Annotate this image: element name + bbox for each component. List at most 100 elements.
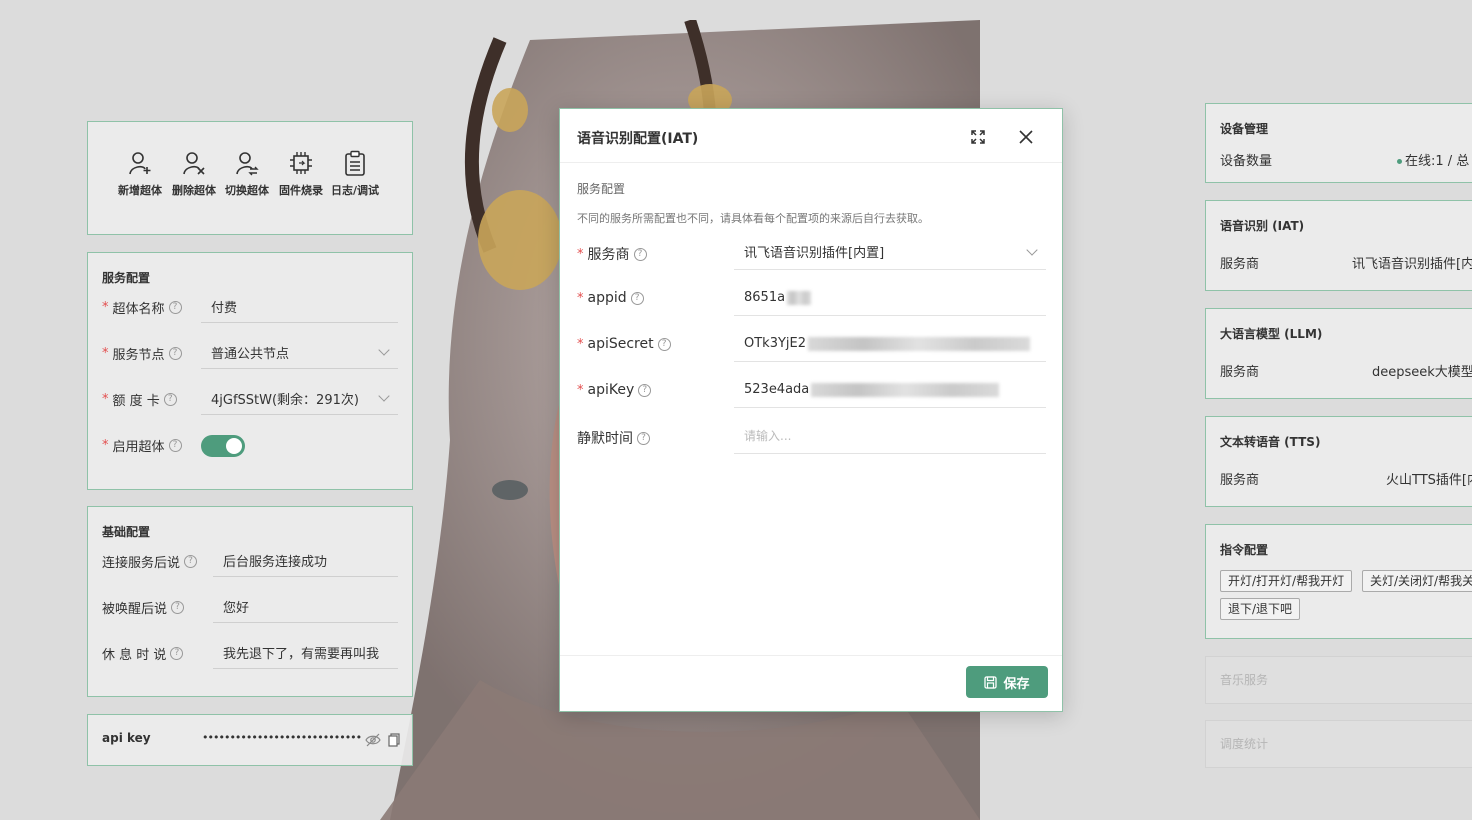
clipboard-icon bbox=[345, 150, 365, 176]
device-management-panel: 设备管理 设备数量 在线:1 / 总 bbox=[1205, 103, 1472, 183]
help-icon: ? bbox=[168, 347, 182, 360]
iat-summary-panel[interactable]: 语音识别 (IAT) 服务商 讯飞语音识别插件[内 bbox=[1205, 200, 1472, 291]
firmware-flash-button[interactable]: 固件烧录 bbox=[275, 150, 327, 198]
enable-agent-toggle[interactable] bbox=[201, 435, 245, 457]
switch-agent-button[interactable]: 切换超体 bbox=[221, 150, 273, 198]
quota-card-select[interactable]: 4jGfSStW(剩余：291次) bbox=[201, 383, 398, 415]
redacted-mask bbox=[808, 336, 1031, 351]
toolbar-label: 删除超体 bbox=[172, 184, 216, 197]
appid-input[interactable]: 8651a bbox=[734, 280, 1046, 316]
silence-time-input[interactable]: 请输入... bbox=[734, 418, 1046, 454]
help-icon: ? bbox=[163, 393, 177, 406]
api-key-field-value: 523e4ada bbox=[744, 382, 810, 397]
wake-speech-input[interactable]: 您好 bbox=[213, 591, 398, 623]
user-add-icon bbox=[129, 152, 151, 175]
device-count-label: 设备数量 bbox=[1220, 154, 1273, 169]
save-button[interactable]: 保存 bbox=[966, 666, 1048, 698]
api-secret-value: OTk3YjE2 bbox=[744, 336, 807, 351]
help-icon: ? bbox=[638, 383, 652, 397]
api-key-input[interactable]: •••••••••••••••••••••••••••••• bbox=[202, 731, 362, 744]
panel-title: 调度统计 bbox=[1220, 737, 1269, 751]
help-icon: ? bbox=[657, 337, 671, 351]
silence-time-placeholder: 请输入... bbox=[744, 429, 792, 443]
connect-label-row: 连接服务后说? bbox=[102, 552, 198, 571]
provider-value: 火山TTS插件[内 bbox=[1386, 473, 1472, 488]
api-key-value: •••••••••••••••••••••••••••••• bbox=[202, 731, 362, 744]
music-service-panel[interactable]: 音乐服务 bbox=[1205, 656, 1472, 704]
chevron-down-icon bbox=[1026, 244, 1038, 256]
provider-value: 讯飞语音识别插件[内 bbox=[1352, 257, 1472, 272]
api-key-label: apiKey bbox=[587, 382, 635, 398]
section-hint: 不同的服务所需配置也不同，请具体看每个配置项的来源后自行去获取。 bbox=[577, 212, 929, 225]
command-tag[interactable]: 关灯/关闭灯/帮我关 bbox=[1362, 570, 1472, 592]
device-count-value: 在线:1 / 总 bbox=[1397, 150, 1469, 169]
close-icon[interactable] bbox=[1019, 130, 1033, 144]
secret-label-row: * apiSecret? bbox=[577, 336, 671, 352]
add-agent-button[interactable]: 新增超体 bbox=[114, 150, 166, 198]
provider-select[interactable]: 讯飞语音识别插件[内置] bbox=[734, 234, 1046, 270]
tts-summary-panel[interactable]: 文本转语音 (TTS) 服务商 火山TTS插件[内 bbox=[1205, 416, 1472, 507]
provider-value: 讯飞语音识别插件[内置] bbox=[744, 246, 885, 261]
copy-icon[interactable] bbox=[388, 733, 400, 747]
provider-value: deepseek大模型 bbox=[1372, 365, 1472, 380]
toolbar-panel: 新增超体 删除超体 切换超体 固件烧录 日志/调试 bbox=[87, 121, 413, 235]
redacted-mask bbox=[811, 382, 1000, 397]
api-key-field[interactable]: 523e4ada bbox=[734, 372, 1046, 408]
enable-agent-label: 启用超体 bbox=[112, 440, 165, 455]
help-icon: ? bbox=[168, 439, 182, 452]
iat-config-dialog: 语音识别配置(IAT) 服务配置 不同的服务所需配置也不同，请具体看每个配置项的… bbox=[559, 108, 1063, 712]
rest-speech-label: 休 息 时 说 bbox=[102, 648, 167, 663]
save-label: 保存 bbox=[1003, 676, 1030, 692]
panel-title: 设备管理 bbox=[1220, 122, 1269, 136]
provider-label: 服务商 bbox=[1220, 365, 1260, 380]
appid-label-row: * appid? bbox=[577, 290, 644, 306]
chevron-down-icon bbox=[378, 390, 390, 402]
chip-icon bbox=[290, 152, 312, 174]
section-title: 服务配置 bbox=[577, 182, 626, 196]
connect-speech-value: 后台服务连接成功 bbox=[223, 555, 328, 570]
node-select[interactable]: 普通公共节点 bbox=[201, 337, 398, 369]
command-tag[interactable]: 退下/退下吧 bbox=[1220, 598, 1301, 620]
panel-title: 指令配置 bbox=[1220, 543, 1269, 557]
agent-name-field[interactable]: 付费 bbox=[201, 291, 398, 323]
schedule-stats-panel[interactable]: 调度统计 bbox=[1205, 720, 1472, 768]
toolbar-label: 固件烧录 bbox=[279, 184, 323, 197]
agent-name-label: 超体名称 bbox=[112, 302, 165, 317]
card-label-row: * 额 度 卡? bbox=[102, 390, 177, 409]
toolbar-label: 日志/调试 bbox=[330, 184, 380, 197]
panel-title: 服务配置 bbox=[102, 271, 151, 285]
rest-speech-value: 我先退下了，有需要再叫我 bbox=[223, 647, 380, 662]
user-remove-icon bbox=[183, 152, 205, 175]
eye-off-icon[interactable] bbox=[365, 733, 381, 747]
dialog-title: 语音识别配置(IAT) bbox=[577, 131, 699, 147]
name-label-row: * 超体名称? bbox=[102, 298, 182, 317]
help-icon: ? bbox=[184, 555, 198, 568]
wake-label-row: 被唤醒后说? bbox=[102, 598, 185, 617]
connect-speech-input[interactable]: 后台服务连接成功 bbox=[213, 545, 398, 577]
rest-speech-input[interactable]: 我先退下了，有需要再叫我 bbox=[213, 637, 398, 669]
silence-label-row: 静默时间? bbox=[577, 428, 650, 448]
help-icon: ? bbox=[633, 247, 647, 261]
fullscreen-icon[interactable] bbox=[970, 129, 986, 145]
log-debug-button[interactable]: 日志/调试 bbox=[329, 150, 381, 198]
online-status-dot bbox=[1397, 159, 1402, 164]
panel-title: 文本转语音 (TTS) bbox=[1220, 435, 1321, 449]
appid-label: appid bbox=[587, 290, 627, 306]
command-config-panel: 指令配置 开灯/打开灯/帮我开灯 关灯/关闭灯/帮我关 退下/退下吧 bbox=[1205, 524, 1472, 639]
llm-summary-panel[interactable]: 大语言模型 (LLM) 服务商 deepseek大模型 bbox=[1205, 308, 1472, 399]
quota-card-value: 4jGfSStW(剩余：291次) bbox=[211, 393, 359, 408]
node-label-row: * 服务节点? bbox=[102, 344, 182, 363]
delete-agent-button[interactable]: 删除超体 bbox=[168, 150, 220, 198]
redacted-mask bbox=[787, 290, 812, 305]
rest-label-row: 休 息 时 说? bbox=[102, 644, 184, 663]
panel-title: 语音识别 (IAT) bbox=[1220, 219, 1305, 233]
api-secret-input[interactable]: OTk3YjE2 bbox=[734, 326, 1046, 362]
service-config-panel: 服务配置 * 超体名称? 付费 * 服务节点? 普通公共节点 * 额 度 卡? 4jG… bbox=[87, 252, 413, 490]
user-switch-icon bbox=[236, 152, 259, 176]
help-icon: ? bbox=[637, 431, 650, 445]
command-tag[interactable]: 开灯/打开灯/帮我开灯 bbox=[1220, 570, 1353, 592]
save-icon bbox=[984, 675, 998, 689]
api-secret-label: apiSecret bbox=[587, 336, 654, 352]
wake-speech-label: 被唤醒后说 bbox=[102, 602, 168, 617]
node-label: 服务节点 bbox=[112, 348, 165, 363]
